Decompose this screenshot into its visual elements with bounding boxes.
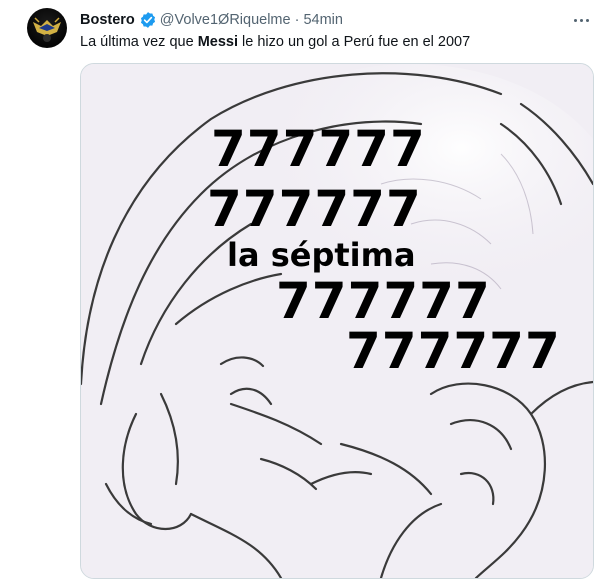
more-options-icon[interactable]: [570, 10, 592, 30]
tweet-text-start: La última vez que: [80, 34, 198, 50]
tweet-media-image[interactable]: 777777 777777 la séptima 777777 777777: [80, 63, 594, 579]
timestamp[interactable]: 54min: [303, 12, 343, 28]
tweet-text-end: le hizo un gol a Perú fue en el 2007: [238, 34, 471, 50]
tweet-text: La última vez que Messi le hizo un gol a…: [80, 32, 470, 52]
display-name[interactable]: Bostero: [80, 12, 135, 28]
verified-badge-icon: [139, 11, 157, 29]
user-handle[interactable]: @Volve1ØRiquelme: [160, 12, 291, 28]
tweet-text-bold: Messi: [197, 34, 238, 50]
meme-la-septima: la séptima: [227, 236, 416, 274]
tweet-header: Bostero @Volve1ØRiquelme · 54min: [80, 10, 343, 30]
meme-sevens-line-1: 777777: [211, 120, 426, 178]
meme-sevens-line-2: 777777: [207, 180, 422, 238]
meme-sevens-line-4: 777777: [276, 272, 491, 330]
separator-dot: ·: [294, 12, 300, 28]
avatar-image: [33, 17, 61, 42]
meme-sevens-line-5: 777777: [346, 322, 561, 380]
avatar[interactable]: [27, 8, 67, 48]
tweet[interactable]: Bostero @Volve1ØRiquelme · 54min La últi…: [0, 0, 612, 587]
